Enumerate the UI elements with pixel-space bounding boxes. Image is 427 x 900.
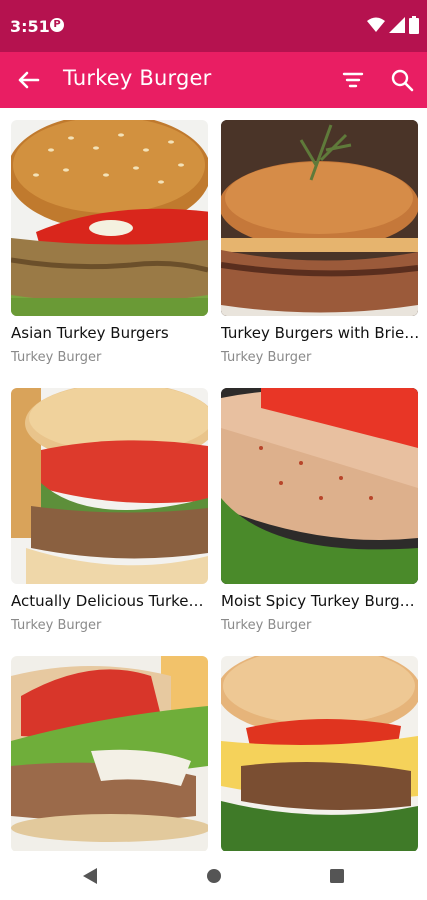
recipe-grid: Asian Turkey Burgers Turkey Burger Turke… bbox=[0, 108, 427, 851]
battery-icon bbox=[409, 16, 419, 34]
recipe-category: Turkey Burger bbox=[221, 618, 312, 633]
wifi-icon bbox=[367, 17, 385, 32]
recipe-card[interactable] bbox=[221, 656, 418, 851]
status-time: 3:51 bbox=[10, 17, 50, 36]
recipe-category: Turkey Burger bbox=[221, 350, 312, 365]
signal-icon bbox=[389, 17, 405, 33]
system-icons bbox=[367, 14, 419, 36]
search-icon[interactable] bbox=[388, 66, 416, 94]
app-bar: Turkey Burger bbox=[0, 52, 427, 108]
recipe-category: Turkey Burger bbox=[11, 618, 102, 633]
system-navigation-bar bbox=[0, 851, 427, 900]
arrow-back-icon[interactable] bbox=[12, 64, 44, 96]
recipe-card[interactable] bbox=[11, 656, 208, 851]
recipe-image bbox=[221, 388, 418, 584]
recipe-card[interactable]: Asian Turkey Burgers Turkey Burger bbox=[11, 120, 208, 365]
filter-icon[interactable] bbox=[339, 66, 367, 94]
recipe-card[interactable]: Actually Delicious Turke… Turkey Burger bbox=[11, 388, 208, 633]
nav-recents-icon[interactable] bbox=[329, 867, 345, 885]
status-bar: 3:51 P bbox=[0, 0, 427, 52]
recipe-category: Turkey Burger bbox=[11, 350, 102, 365]
app-notification-icon: P bbox=[50, 18, 64, 32]
recipe-name: Turkey Burgers with Brie… bbox=[221, 324, 418, 342]
recipe-image bbox=[221, 120, 418, 316]
recipe-image bbox=[11, 388, 208, 584]
recipe-card[interactable]: Moist Spicy Turkey Burg… Turkey Burger bbox=[221, 388, 418, 633]
recipe-image bbox=[11, 656, 208, 851]
recipe-name: Moist Spicy Turkey Burg… bbox=[221, 592, 415, 610]
nav-back-icon[interactable] bbox=[82, 867, 98, 885]
recipe-card[interactable]: Turkey Burgers with Brie… Turkey Burger bbox=[221, 120, 418, 365]
nav-home-icon[interactable] bbox=[206, 867, 222, 885]
recipe-image bbox=[11, 120, 208, 316]
recipe-name: Actually Delicious Turke… bbox=[11, 592, 204, 610]
recipe-name: Asian Turkey Burgers bbox=[11, 324, 169, 342]
page-title: Turkey Burger bbox=[63, 66, 212, 90]
recipe-image bbox=[221, 656, 418, 851]
